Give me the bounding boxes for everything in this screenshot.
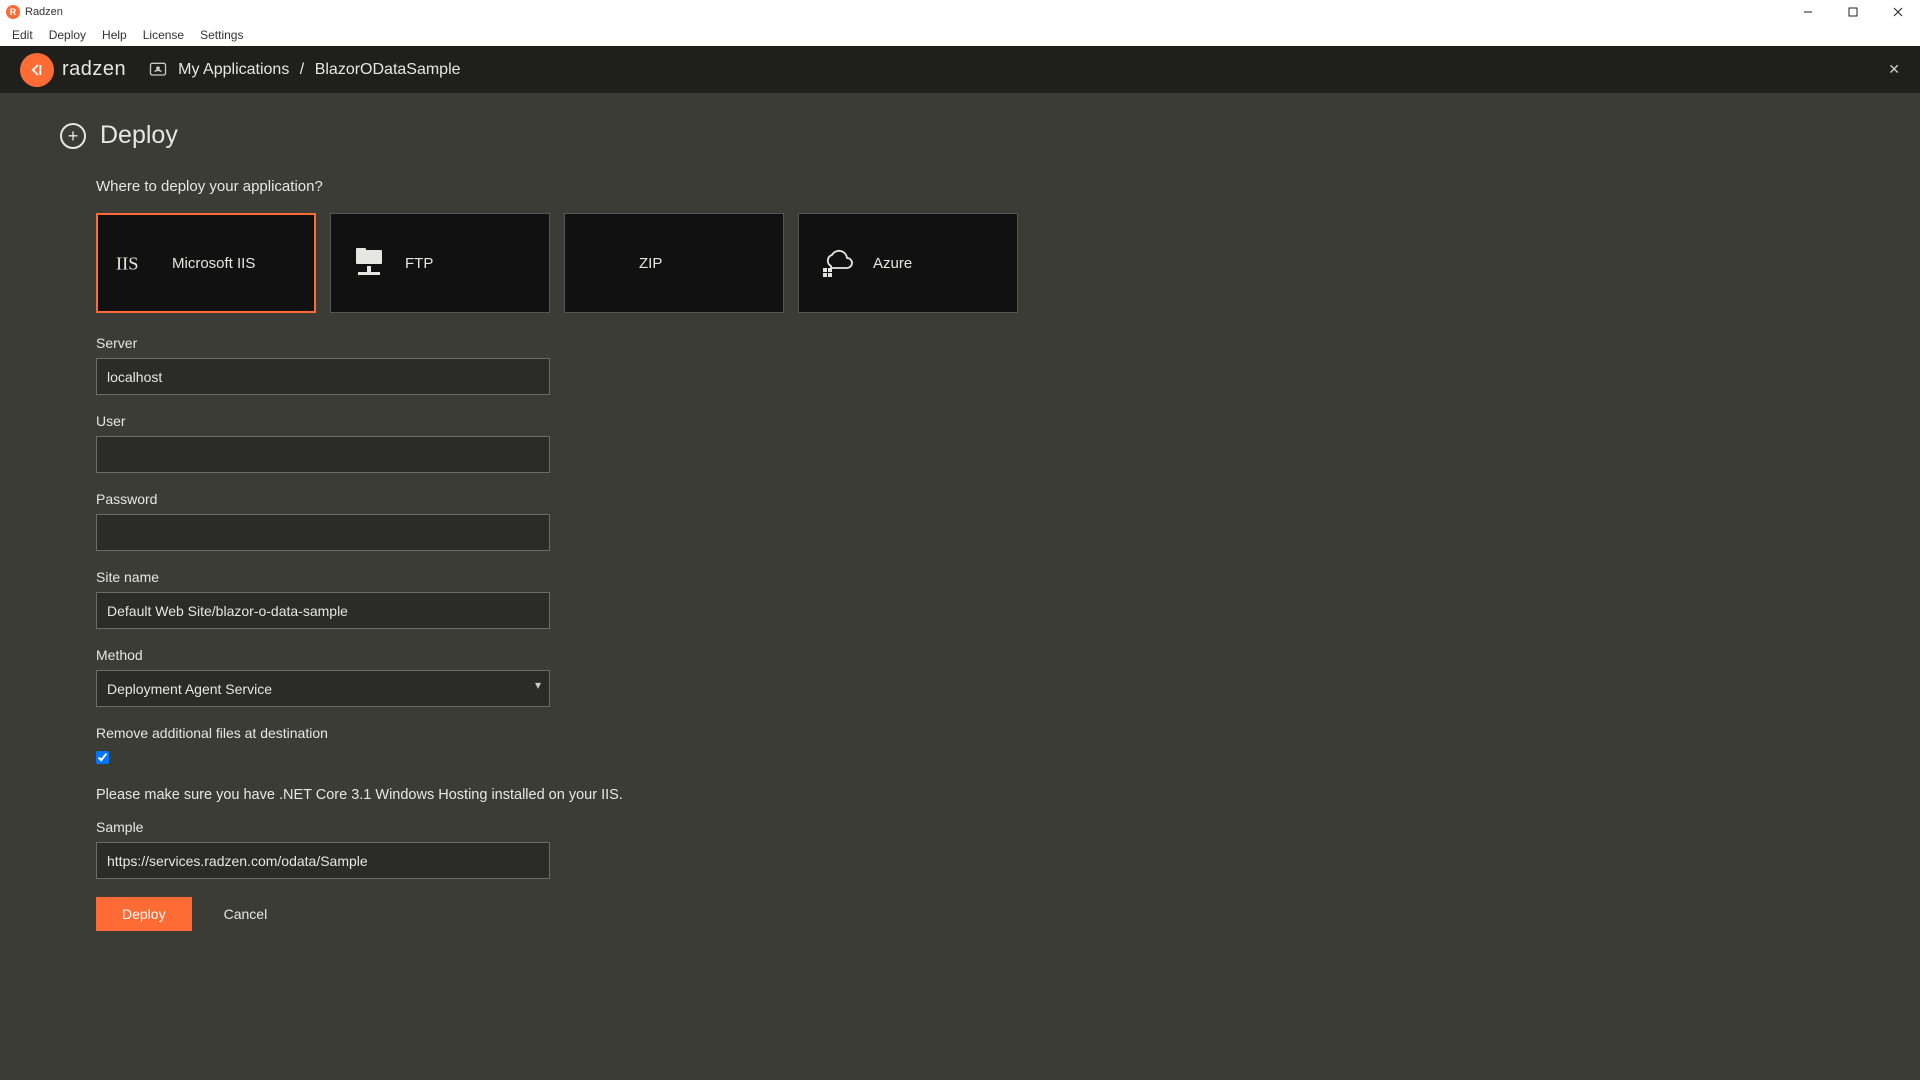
breadcrumb-separator: / — [300, 61, 304, 78]
deploy-target-row: IIS Microsoft IIS FTP ZIP — [96, 213, 1196, 313]
menu-edit[interactable]: Edit — [4, 26, 41, 44]
remove-files-checkbox[interactable] — [96, 751, 109, 764]
deploy-question: Where to deploy your application? — [96, 178, 1196, 195]
target-ftp-label: FTP — [405, 255, 433, 272]
target-zip-label: ZIP — [639, 255, 662, 272]
sample-label: Sample — [96, 819, 1196, 835]
ftp-icon — [349, 248, 389, 278]
window-controls — [1785, 0, 1920, 24]
brand-icon — [20, 53, 54, 87]
password-input[interactable] — [96, 514, 550, 551]
target-zip[interactable]: ZIP — [564, 213, 784, 313]
deploy-button[interactable]: Deploy — [96, 897, 192, 931]
svg-text:IIS: IIS — [116, 254, 138, 274]
target-azure[interactable]: Azure — [798, 213, 1018, 313]
server-input[interactable] — [96, 358, 550, 395]
menu-deploy[interactable]: Deploy — [41, 26, 94, 44]
target-iis-label: Microsoft IIS — [172, 255, 255, 272]
azure-icon — [817, 248, 857, 278]
method-select[interactable]: Deployment Agent Service — [96, 670, 550, 707]
user-label: User — [96, 413, 1196, 429]
breadcrumb-root[interactable]: My Applications — [178, 61, 289, 78]
breadcrumb-home-icon[interactable] — [148, 60, 168, 80]
menu-license[interactable]: License — [135, 26, 192, 44]
site-name-label: Site name — [96, 569, 1196, 585]
app-icon: R — [6, 5, 20, 19]
site-name-input[interactable] — [96, 592, 550, 629]
target-azure-label: Azure — [873, 255, 912, 272]
breadcrumb-current: BlazorODataSample — [315, 61, 461, 78]
sample-input[interactable] — [96, 842, 550, 879]
password-label: Password — [96, 491, 1196, 507]
cancel-button[interactable]: Cancel — [224, 906, 268, 922]
iis-icon: IIS — [116, 247, 156, 279]
app-logo: radzen — [20, 53, 126, 87]
method-label: Method — [96, 647, 1196, 663]
remove-files-label: Remove additional files at destination — [96, 725, 1196, 741]
app-header: radzen My Applications / BlazorODataSamp… — [0, 46, 1920, 93]
page-title-row: + Deploy — [60, 121, 1860, 150]
window-close-button[interactable] — [1875, 0, 1920, 24]
iis-hint: Please make sure you have .NET Core 3.1 … — [96, 787, 1196, 803]
window-menubar: Edit Deploy Help License Settings — [0, 24, 1920, 46]
brand-text: radzen — [62, 58, 126, 81]
user-input[interactable] — [96, 436, 550, 473]
server-label: Server — [96, 335, 1196, 351]
app-body: + Deploy Where to deploy your applicatio… — [0, 93, 1920, 1080]
window-minimize-button[interactable] — [1785, 0, 1830, 24]
window-title: Radzen — [25, 6, 63, 18]
menu-help[interactable]: Help — [94, 26, 135, 44]
target-ftp[interactable]: FTP — [330, 213, 550, 313]
deploy-plus-icon: + — [60, 123, 86, 149]
window-titlebar: R Radzen — [0, 0, 1920, 24]
window-maximize-button[interactable] — [1830, 0, 1875, 24]
target-iis[interactable]: IIS Microsoft IIS — [96, 213, 316, 313]
deploy-form: Where to deploy your application? IIS Mi… — [96, 178, 1196, 931]
breadcrumb: My Applications / BlazorODataSample — [178, 61, 460, 79]
menu-settings[interactable]: Settings — [192, 26, 251, 44]
header-close-button[interactable]: ✕ — [1888, 61, 1900, 78]
page-title: Deploy — [100, 121, 178, 150]
